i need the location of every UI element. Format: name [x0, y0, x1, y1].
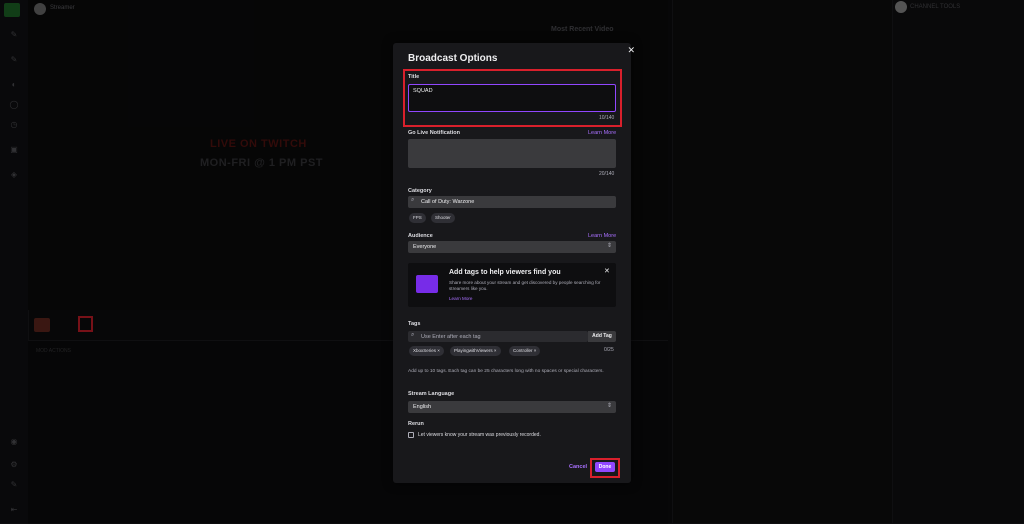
tag-chip[interactable]: Controller ×	[509, 346, 541, 356]
tags-placeholder: Use Enter after each tag	[421, 334, 481, 340]
tags-banner-learn-more-link[interactable]: Learn More	[449, 296, 473, 301]
chevron-updown-icon: ⇕	[606, 243, 612, 249]
category-input[interactable]: ⌕ Call of Duty: Warzone	[408, 196, 616, 208]
modal-title: Broadcast Options	[408, 53, 498, 64]
go-live-learn-more-link[interactable]: Learn More	[588, 130, 616, 136]
rerun-checkbox[interactable]	[408, 432, 414, 438]
go-live-notification-input[interactable]	[408, 139, 616, 168]
cancel-button[interactable]: Cancel	[569, 464, 587, 470]
go-live-counter: 20/140	[599, 171, 615, 177]
chevron-updown-icon: ⇕	[606, 403, 612, 409]
audience-value: Everyone	[413, 244, 437, 250]
audience-select[interactable]: Everyone ⇕	[408, 241, 616, 253]
tag-chip[interactable]: PlayingwithViewers ×	[450, 346, 501, 356]
add-tag-button[interactable]: Add Tag	[588, 331, 616, 342]
tags-promo-banner: Add tags to help viewers find you Share …	[408, 263, 616, 307]
tags-illustration-icon	[416, 275, 438, 293]
category-value: Call of Duty: Warzone	[421, 199, 475, 205]
audience-label: Audience	[408, 233, 433, 239]
tags-banner-title: Add tags to help viewers find you	[449, 269, 561, 276]
search-icon: ⌕	[411, 197, 415, 203]
title-label: Title	[408, 74, 420, 80]
category-chip-fps: FPS	[409, 213, 426, 223]
broadcast-options-modal: Broadcast Options ✕ Title SQUAD 10/140 G…	[393, 43, 635, 483]
rerun-label: Rerun	[408, 421, 424, 427]
audience-learn-more-link[interactable]: Learn More	[588, 233, 616, 239]
tags-input[interactable]: ⌕ Use Enter after each tag	[408, 331, 588, 342]
title-counter: 10/140	[599, 115, 615, 121]
tag-chip[interactable]: XboxSeries ×	[409, 346, 444, 356]
category-chip-shooter: Shooter	[431, 213, 455, 223]
tags-help-text: Add up to 10 tags. Each tag can be 25 ch…	[408, 369, 604, 374]
stream-language-label: Stream Language	[408, 391, 455, 397]
close-icon[interactable]: ✕	[604, 267, 610, 275]
tags-label: Tags	[408, 321, 421, 327]
stream-language-select[interactable]: English ⇕	[408, 401, 616, 413]
title-input[interactable]: SQUAD	[408, 84, 616, 112]
rerun-checkbox-label: Let viewers know your stream was previou…	[418, 432, 541, 438]
done-button[interactable]: Done	[595, 462, 615, 472]
search-icon: ⌕	[411, 332, 415, 338]
tags-counter: 0/25	[604, 347, 614, 353]
stream-language-value: English	[413, 404, 432, 410]
tags-banner-description: Share more about your stream and get dis…	[449, 280, 601, 291]
close-icon[interactable]: ✕	[627, 45, 635, 56]
category-label: Category	[408, 188, 432, 194]
go-live-label: Go Live Notification	[408, 130, 460, 136]
